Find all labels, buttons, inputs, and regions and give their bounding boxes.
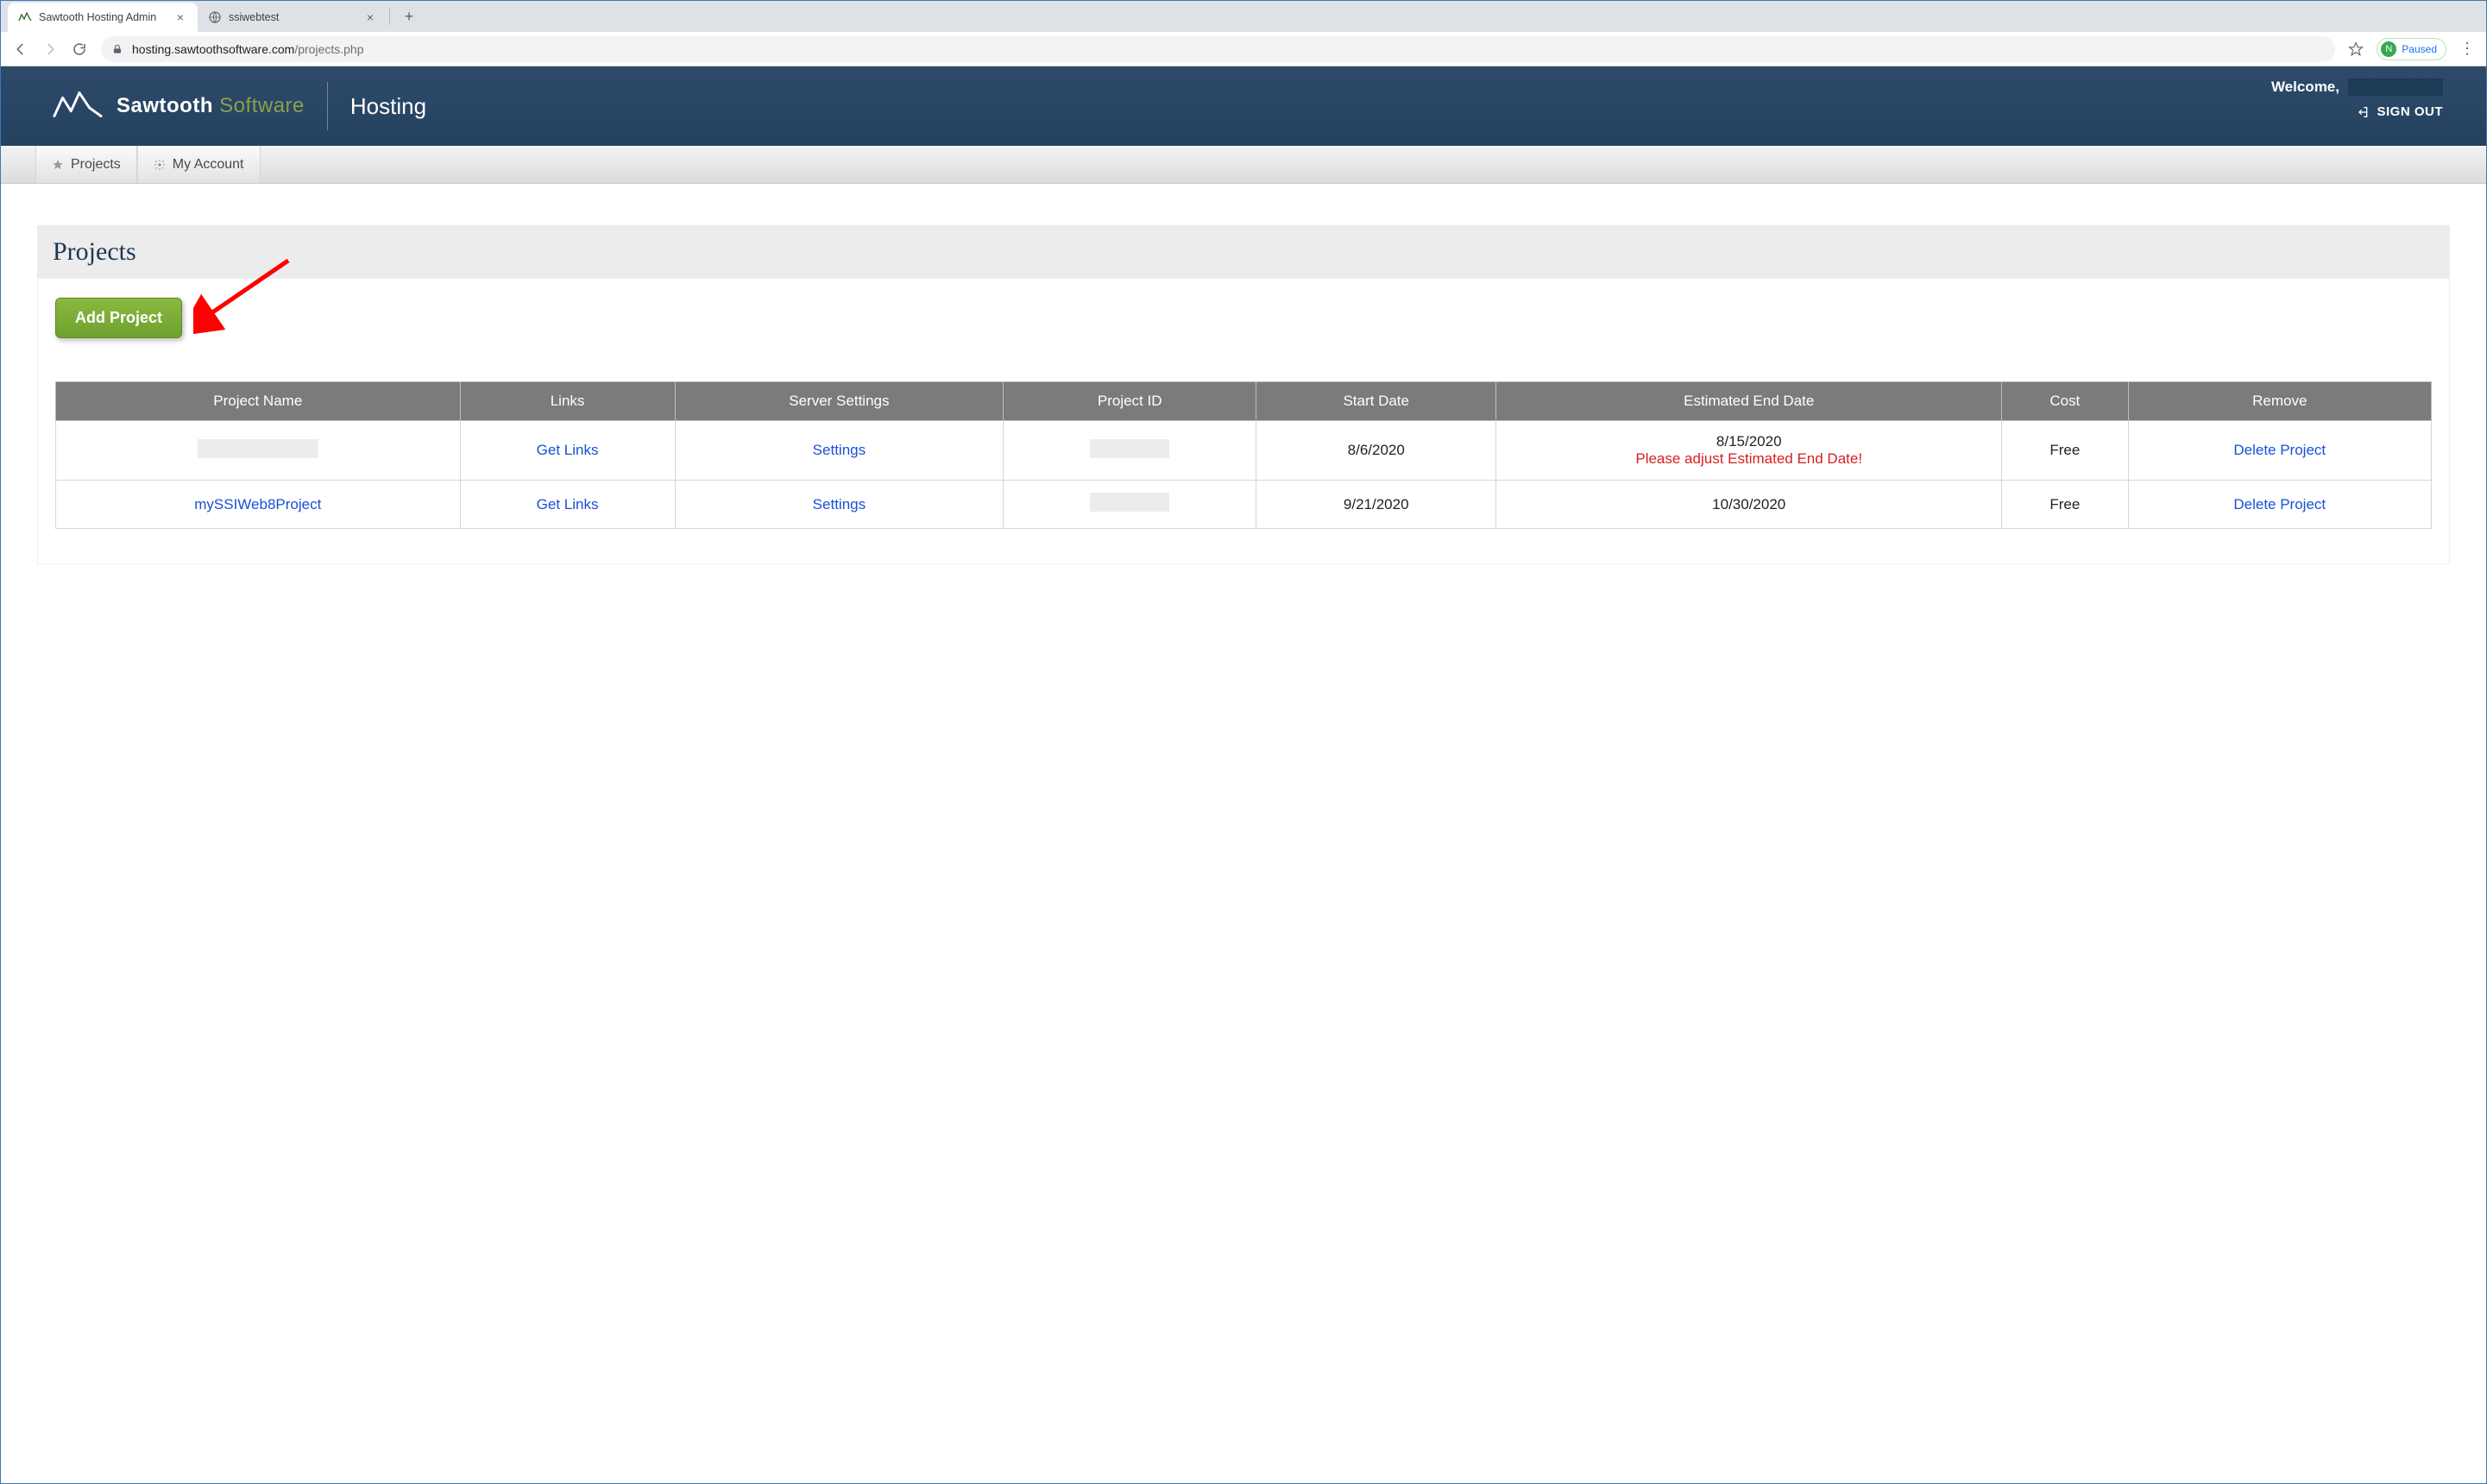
table-row: Get LinksSettings8/6/20208/15/2020Please… (56, 421, 2432, 481)
col-end-date: Estimated End Date (1496, 382, 2002, 421)
nav-tab-account[interactable]: My Account (137, 146, 261, 183)
browser-toolbar: hosting.sawtoothsoftware.com/projects.ph… (1, 32, 2486, 66)
page-title: Projects (53, 237, 2434, 267)
cell-remove: Delete Project (2128, 481, 2431, 529)
browser-menu-button[interactable]: ⋮ (2455, 37, 2479, 61)
nav-tab-projects[interactable]: Projects (35, 146, 137, 183)
gear-icon (154, 159, 166, 171)
col-cost: Cost (2002, 382, 2128, 421)
nav-back-button[interactable] (8, 36, 34, 62)
favicon-icon (208, 10, 222, 24)
get-links-link[interactable]: Get Links (537, 496, 599, 512)
profile-chip[interactable]: N Paused (2377, 38, 2446, 60)
sign-out-icon (2356, 105, 2370, 119)
settings-link[interactable]: Settings (813, 496, 866, 512)
col-remove: Remove (2128, 382, 2431, 421)
sign-out-label: SIGN OUT (2377, 104, 2443, 119)
browser-tab-active[interactable]: Sawtooth Hosting Admin × (8, 3, 198, 32)
project-name-link[interactable]: mySSIWeb8Project (194, 496, 321, 512)
profile-avatar: N (2381, 41, 2396, 57)
nav-forward-button[interactable] (37, 36, 63, 62)
redacted-block (1090, 439, 1169, 458)
browser-tab[interactable]: ssiwebtest × (198, 3, 387, 32)
header-divider (327, 82, 328, 130)
address-bar[interactable]: hosting.sawtoothsoftware.com/projects.ph… (101, 36, 2335, 62)
col-project-id: Project ID (1004, 382, 1256, 421)
cell-end-date: 10/30/2020 (1496, 481, 2002, 529)
username-redacted (2348, 79, 2443, 96)
redacted-block (198, 439, 318, 458)
projects-table: Project Name Links Server Settings Proje… (55, 381, 2432, 529)
delete-project-link[interactable]: Delete Project (2233, 496, 2326, 512)
brand-logo: Sawtooth Software (53, 89, 305, 124)
get-links-link[interactable]: Get Links (537, 442, 599, 458)
col-links: Links (460, 382, 675, 421)
add-project-button[interactable]: Add Project (55, 298, 182, 338)
tab-close-icon[interactable]: × (363, 10, 377, 24)
brand-text-bold: Sawtooth (116, 94, 213, 117)
favicon-icon (18, 10, 32, 24)
nav-tab-label: My Account (173, 157, 244, 173)
new-tab-button[interactable]: + (397, 4, 421, 28)
panel-header: Projects (37, 225, 2450, 279)
cell-links: Get Links (460, 481, 675, 529)
table-row: mySSIWeb8Project Get Links Settings 9/21/20… (56, 481, 2432, 529)
page: Sawtooth Software Hosting Welcome, SIGN … (1, 66, 2486, 606)
tab-close-icon[interactable]: × (173, 10, 187, 24)
cell-links: Get Links (460, 421, 675, 481)
cell-cost: Free (2002, 421, 2128, 481)
settings-link[interactable]: Settings (813, 442, 866, 458)
nav-reload-button[interactable] (66, 36, 92, 62)
col-server-settings: Server Settings (675, 382, 1004, 421)
app-header: Sawtooth Software Hosting Welcome, SIGN … (1, 66, 2486, 146)
cell-cost: Free (2002, 481, 2128, 529)
tab-separator (389, 8, 390, 25)
delete-project-link[interactable]: Delete Project (2233, 442, 2326, 458)
welcome-label: Welcome, (2271, 79, 2339, 96)
cell-project-id (1004, 421, 1256, 481)
end-date-value: 10/30/2020 (1503, 496, 1994, 513)
nav-tab-label: Projects (71, 157, 121, 173)
bookmark-star-icon[interactable] (2344, 37, 2368, 61)
address-path: /projects.php (294, 42, 363, 56)
cell-settings: Settings (675, 421, 1004, 481)
cell-remove: Delete Project (2128, 421, 2431, 481)
lock-icon (111, 43, 123, 55)
welcome-block: Welcome, SIGN OUT (2271, 79, 2443, 119)
col-project-name: Project Name (56, 382, 461, 421)
cell-start-date: 9/21/2020 (1256, 481, 1496, 529)
browser-tab-title: Sawtooth Hosting Admin (39, 11, 168, 23)
sign-out-link[interactable]: SIGN OUT (2271, 104, 2443, 119)
browser-tab-title: ssiwebtest (229, 11, 358, 23)
cell-start-date: 8/6/2020 (1256, 421, 1496, 481)
end-date-warning: Please adjust Estimated End Date! (1503, 450, 1994, 468)
col-start-date: Start Date (1256, 382, 1496, 421)
brand-text: Sawtooth Software (116, 94, 305, 118)
panel-body: Add Project Project Name Links Server Se… (37, 279, 2450, 564)
cell-project-id (1004, 481, 1256, 529)
redacted-block (1090, 493, 1169, 512)
cell-end-date: 8/15/2020Please adjust Estimated End Dat… (1496, 421, 2002, 481)
cell-project-name: mySSIWeb8Project (56, 481, 461, 529)
cell-settings: Settings (675, 481, 1004, 529)
star-icon (52, 159, 64, 171)
end-date-value: 8/15/2020 (1503, 433, 1994, 450)
brand-mark-icon (53, 89, 103, 124)
browser-tabstrip: Sawtooth Hosting Admin × ssiwebtest × + (1, 1, 2486, 32)
brand-text-soft: Software (219, 94, 305, 117)
content-area: Projects Add Project Project Name Links … (1, 184, 2486, 606)
header-section-title: Hosting (350, 93, 426, 120)
cell-project-name (56, 421, 461, 481)
app-nav-tabs: Projects My Account (1, 146, 2486, 184)
table-header-row: Project Name Links Server Settings Proje… (56, 382, 2432, 421)
address-domain: hosting.sawtoothsoftware.com (132, 42, 294, 56)
profile-label: Paused (2402, 43, 2437, 55)
